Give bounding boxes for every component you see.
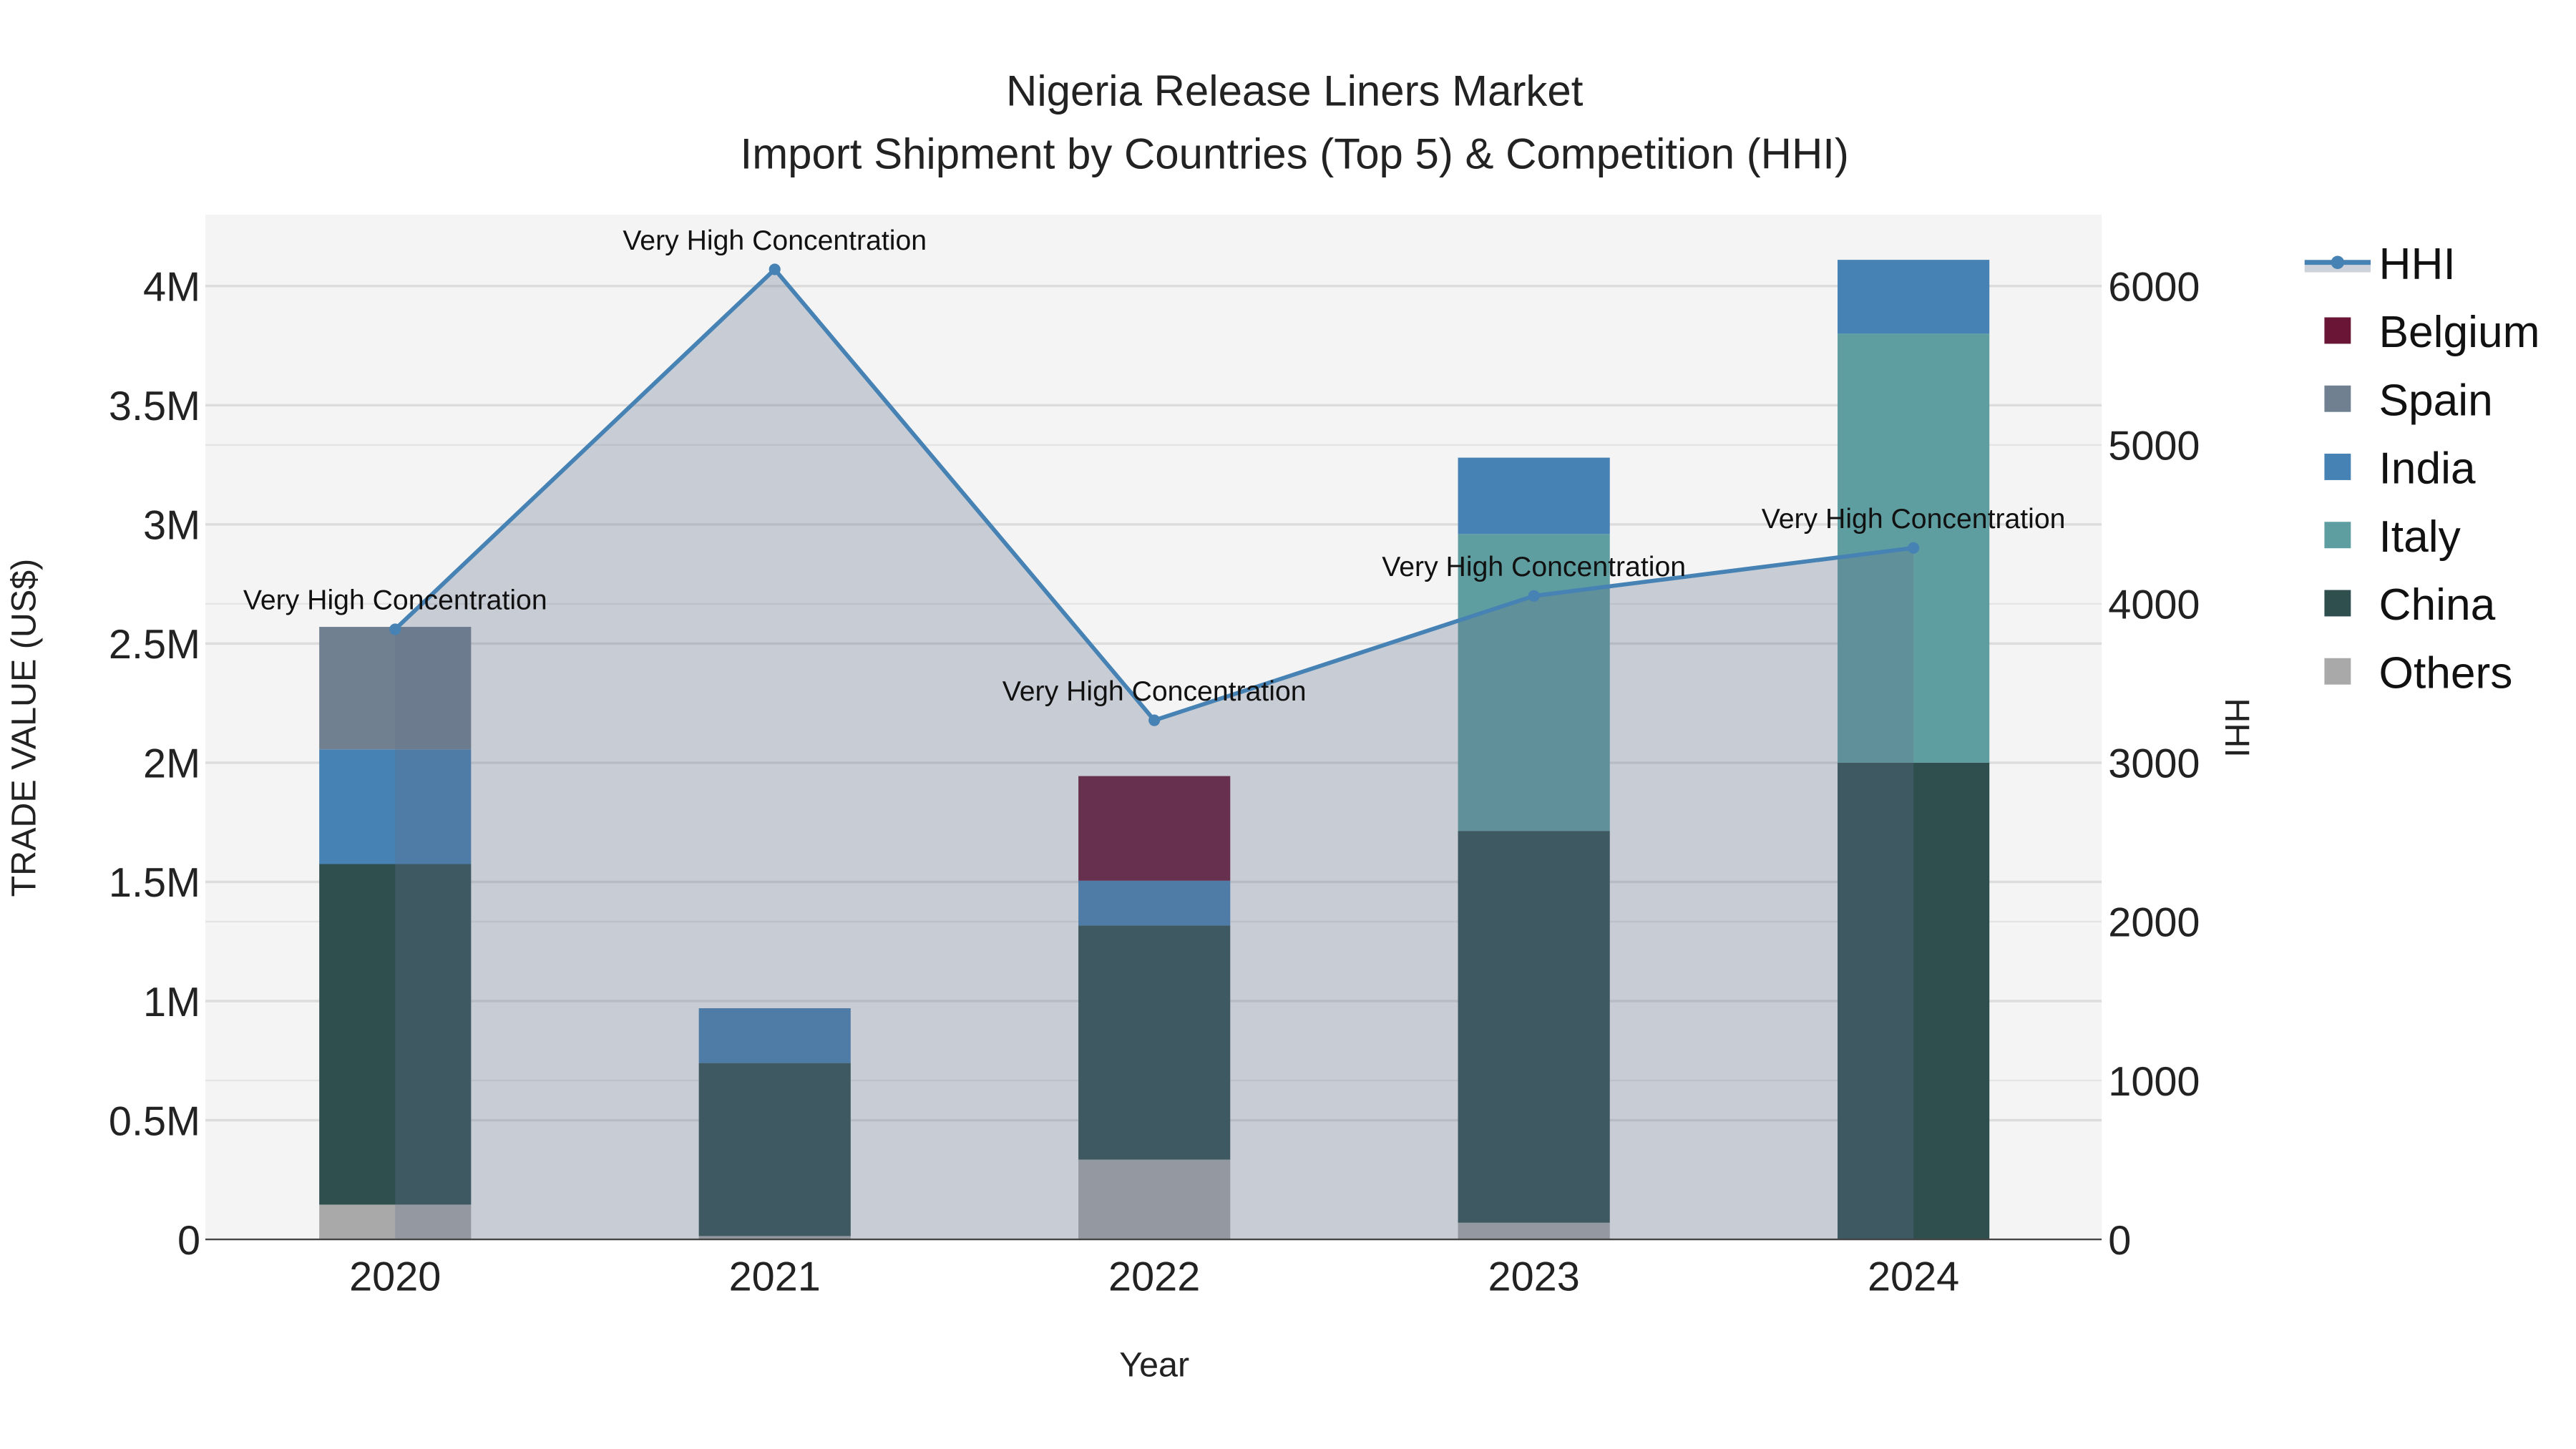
legend-swatch-belgium xyxy=(2324,317,2351,344)
y-tick-label: 1M xyxy=(143,980,200,1025)
legend-label-china: China xyxy=(2379,580,2496,630)
legend: HHI Belgium Spain India Italy China Others xyxy=(2304,240,2540,698)
y2-tick-label: 0 xyxy=(2108,1218,2131,1264)
y2-tick-label: 3000 xyxy=(2108,741,2200,787)
hhi-annotation: Very High Concentration xyxy=(623,225,927,256)
x-axis-label: Year xyxy=(1119,1346,1189,1385)
y2-tick-label: 6000 xyxy=(2108,265,2200,311)
y-tick-label: 0 xyxy=(177,1218,200,1264)
legend-swatch-india xyxy=(2324,454,2351,480)
chart-subtitle: Import Shipment by Countries (Top 5) & C… xyxy=(741,130,1849,177)
y2-axis-label: HHI xyxy=(2218,698,2256,757)
y-tick-label: 1.5M xyxy=(109,860,200,906)
legend-label-spain: Spain xyxy=(2379,376,2493,425)
legend-hhi-marker xyxy=(2331,255,2345,269)
y-tick-label: 4M xyxy=(143,265,200,311)
y-tick-label: 3M xyxy=(143,503,200,549)
legend-label-hhi: HHI xyxy=(2379,240,2456,289)
bar-india-2024 xyxy=(1838,260,1990,334)
legend-swatch-italy xyxy=(2324,522,2351,549)
legend-label-italy: Italy xyxy=(2379,512,2462,562)
hhi-point-2021 xyxy=(769,263,781,275)
hhi-annotation: Very High Concentration xyxy=(1762,504,2066,535)
x-tick-label: 2022 xyxy=(1108,1254,1200,1300)
legend-label-belgium: Belgium xyxy=(2379,308,2540,357)
legend-swatch-spain xyxy=(2324,385,2351,412)
legend-label-india: India xyxy=(2379,444,2476,494)
hhi-point-2024 xyxy=(1908,542,1920,554)
y2-tick-label: 1000 xyxy=(2108,1059,2200,1105)
y-axis-label: TRADE VALUE (US$) xyxy=(4,559,43,897)
y-tick-label: 2.5M xyxy=(109,622,200,668)
bar-india-2023 xyxy=(1458,457,1610,535)
chart-title: Nigeria Release Liners Market xyxy=(1006,67,1584,115)
x-tick-label: 2023 xyxy=(1488,1254,1580,1300)
x-tick-label: 2020 xyxy=(349,1254,441,1300)
y2-tick-label: 5000 xyxy=(2108,424,2200,469)
legend-swatch-others xyxy=(2324,658,2351,685)
legend-label-others: Others xyxy=(2379,648,2513,698)
hhi-point-2020 xyxy=(389,623,401,635)
y-tick-label: 0.5M xyxy=(109,1098,200,1144)
x-tick-label: 2021 xyxy=(729,1254,821,1300)
y2-tick-label: 2000 xyxy=(2108,900,2200,946)
y-tick-label: 3.5M xyxy=(109,384,200,429)
hhi-annotation: Very High Concentration xyxy=(1382,552,1686,582)
x-tick-label: 2024 xyxy=(1868,1254,1959,1300)
y-tick-label: 2M xyxy=(143,741,200,787)
legend-swatch-china xyxy=(2324,590,2351,617)
hhi-annotation: Very High Concentration xyxy=(1002,676,1307,707)
y2-tick-label: 4000 xyxy=(2108,582,2200,628)
hhi-point-2023 xyxy=(1528,590,1540,602)
hhi-point-2022 xyxy=(1148,714,1161,726)
chart: Very High Concentration Very High Concent… xyxy=(4,67,2540,1385)
hhi-annotation: Very High Concentration xyxy=(243,585,547,616)
